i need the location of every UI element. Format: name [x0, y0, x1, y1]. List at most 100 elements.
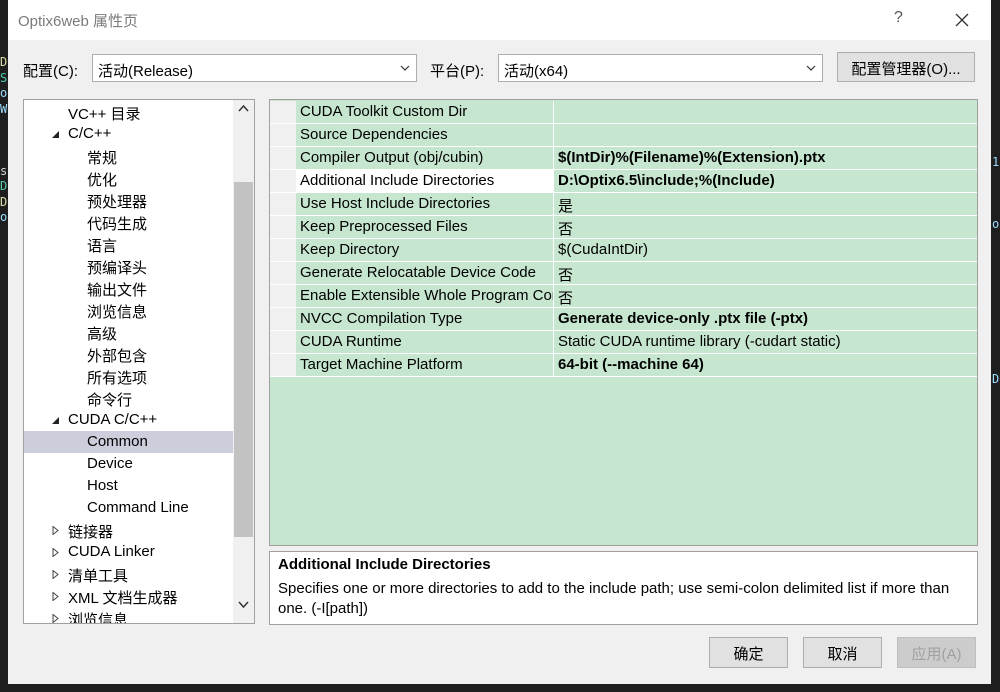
property-value[interactable]: [555, 101, 975, 123]
scroll-thumb[interactable]: [234, 182, 253, 537]
tree-item[interactable]: 常规: [24, 145, 233, 167]
property-name[interactable]: Use Host Include Directories: [296, 193, 554, 215]
tree-item[interactable]: 语言: [24, 233, 233, 255]
tree-item-label: C/C++: [68, 125, 112, 142]
tree-item[interactable]: XML 文档生成器: [24, 585, 233, 607]
tree-item-label: 预编译头: [87, 260, 148, 277]
property-value[interactable]: Generate device-only .ptx file (-ptx): [555, 308, 975, 330]
tree-item-label: Device: [87, 455, 133, 472]
apply-button[interactable]: 应用(A): [897, 637, 976, 668]
tree-item[interactable]: 高级: [24, 321, 233, 343]
tree-item[interactable]: 清单工具: [24, 563, 233, 585]
description-text: Specifies one or more directories to add…: [278, 580, 950, 617]
property-row[interactable]: Use Host Include Directories 是: [270, 193, 977, 216]
tree-item[interactable]: 优化: [24, 167, 233, 189]
property-name[interactable]: Additional Include Directories: [296, 170, 554, 192]
property-value[interactable]: 是: [555, 193, 975, 215]
collapsed-triangle-icon[interactable]: [51, 526, 60, 535]
tree-item-label: 浏览信息: [68, 612, 129, 623]
tree-item-label: 预处理器: [87, 194, 148, 211]
property-name[interactable]: Enable Extensible Whole Program Compilat…: [296, 285, 554, 307]
collapsed-triangle-icon[interactable]: [51, 614, 60, 623]
tree-item[interactable]: 链接器: [24, 519, 233, 541]
window-title: Optix6web 属性页: [18, 13, 139, 30]
property-value[interactable]: 64-bit (--machine 64): [555, 354, 975, 376]
property-row[interactable]: Additional Include Directories D:\Optix6.…: [270, 170, 977, 193]
tree-item-label: 链接器: [68, 524, 114, 541]
platform-combo[interactable]: 活动(x64): [498, 54, 823, 82]
ok-button[interactable]: 确定: [709, 637, 788, 668]
property-name[interactable]: Source Dependencies: [296, 124, 554, 146]
tree-item[interactable]: C/C++: [24, 123, 233, 145]
collapsed-triangle-icon[interactable]: [51, 548, 60, 557]
collapsed-triangle-icon[interactable]: [51, 570, 60, 579]
tree-item[interactable]: 浏览信息: [24, 607, 233, 623]
tree-item[interactable]: 预编译头: [24, 255, 233, 277]
tree-item[interactable]: 输出文件: [24, 277, 233, 299]
property-row[interactable]: Compiler Output (obj/cubin) $(IntDir)%(Fi…: [270, 147, 977, 170]
expanded-triangle-icon[interactable]: [51, 416, 60, 425]
property-value[interactable]: D:\Optix6.5\include;%(Include): [555, 170, 975, 192]
cancel-button[interactable]: 取消: [803, 637, 882, 668]
property-name[interactable]: Keep Preprocessed Files: [296, 216, 554, 238]
property-name[interactable]: CUDA Runtime: [296, 331, 554, 353]
config-manager-button[interactable]: 配置管理器(O)...: [837, 52, 975, 82]
tree-item[interactable]: CUDA Linker: [24, 541, 233, 563]
tree-item[interactable]: Device: [24, 453, 233, 475]
collapsed-triangle-icon[interactable]: [51, 592, 60, 601]
tree-item[interactable]: Command Line: [24, 497, 233, 519]
property-row[interactable]: Keep Preprocessed Files 否: [270, 216, 977, 239]
property-value[interactable]: [555, 124, 975, 146]
tree-item-label: 浏览信息: [87, 304, 148, 321]
code-fragment: o: [992, 217, 1000, 231]
tree-item-label: 命令行: [87, 392, 133, 409]
property-name[interactable]: Compiler Output (obj/cubin): [296, 147, 554, 169]
tree-item[interactable]: 浏览信息: [24, 299, 233, 321]
tree-item[interactable]: VC++ 目录: [24, 101, 233, 123]
property-row[interactable]: CUDA Runtime Static CUDA runtime library …: [270, 331, 977, 354]
property-value[interactable]: $(IntDir)%(Filename)%(Extension).ptx: [555, 147, 975, 169]
tree-item[interactable]: Common: [24, 431, 233, 453]
expanded-triangle-icon[interactable]: [51, 130, 60, 139]
tree-scrollbar[interactable]: [233, 100, 254, 623]
help-button[interactable]: ?: [894, 9, 903, 27]
tree-item[interactable]: CUDA C/C++: [24, 409, 233, 431]
property-row[interactable]: Enable Extensible Whole Program Compilat…: [270, 285, 977, 308]
property-value[interactable]: 否: [555, 285, 975, 307]
tree-item[interactable]: 代码生成: [24, 211, 233, 233]
property-value[interactable]: 否: [555, 216, 975, 238]
property-name[interactable]: Generate Relocatable Device Code: [296, 262, 554, 284]
tree-item[interactable]: 命令行: [24, 387, 233, 409]
property-name[interactable]: Keep Directory: [296, 239, 554, 261]
property-name[interactable]: NVCC Compilation Type: [296, 308, 554, 330]
tree-item-label: 高级: [87, 326, 118, 343]
tree-item[interactable]: 外部包含: [24, 343, 233, 365]
scroll-up-icon[interactable]: [238, 104, 249, 112]
config-combo[interactable]: 活动(Release): [92, 54, 417, 82]
tree-item[interactable]: Host: [24, 475, 233, 497]
property-value[interactable]: Static CUDA runtime library (-cudart sta…: [555, 331, 975, 353]
property-grid: CUDA Toolkit Custom Dir Source Dependenci…: [269, 99, 978, 546]
property-row[interactable]: Generate Relocatable Device Code 否: [270, 262, 977, 285]
ok-label: 确定: [733, 646, 764, 663]
code-fragment: o: [0, 210, 8, 224]
tree-item-label: 清单工具: [68, 568, 129, 585]
row-gutter: [270, 285, 296, 307]
property-value[interactable]: $(CudaIntDir): [555, 239, 975, 261]
property-row[interactable]: Target Machine Platform 64-bit (--machine…: [270, 354, 977, 377]
tree-item-label: 常规: [87, 150, 118, 167]
scroll-down-icon[interactable]: [238, 601, 249, 609]
tree-item[interactable]: 预处理器: [24, 189, 233, 211]
property-row[interactable]: Keep Directory $(CudaIntDir): [270, 239, 977, 262]
property-pages-dialog: Optix6web 属性页 ? 配置(C): 活动(Release) 平台(P)…: [8, 0, 991, 684]
property-row[interactable]: CUDA Toolkit Custom Dir: [270, 101, 977, 124]
property-name[interactable]: CUDA Toolkit Custom Dir: [296, 101, 554, 123]
property-row[interactable]: Source Dependencies: [270, 124, 977, 147]
config-label: 配置(C):: [23, 63, 78, 80]
description-title: Additional Include Directories: [278, 556, 491, 573]
close-icon[interactable]: [950, 8, 974, 32]
property-row[interactable]: NVCC Compilation Type Generate device-onl…: [270, 308, 977, 331]
property-name[interactable]: Target Machine Platform: [296, 354, 554, 376]
property-value[interactable]: 否: [555, 262, 975, 284]
tree-item[interactable]: 所有选项: [24, 365, 233, 387]
